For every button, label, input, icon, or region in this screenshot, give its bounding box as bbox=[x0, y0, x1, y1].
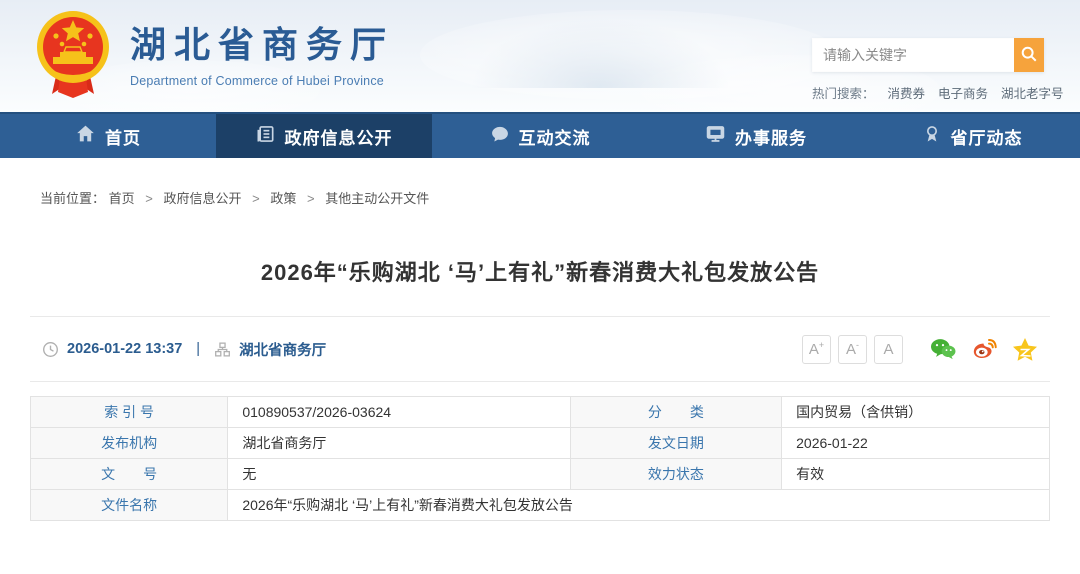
search-area: 热门搜索： 消费券 电子商务 湖北老字号 bbox=[812, 38, 1044, 102]
site-header: 湖北省商务厅 Department of Commerce of Hubei P… bbox=[0, 0, 1080, 112]
clock-icon bbox=[42, 341, 59, 358]
issue-date-label: 发文日期 bbox=[570, 428, 781, 459]
category-label: 分 类 bbox=[570, 397, 781, 428]
font-btn-label: A bbox=[809, 341, 819, 358]
font-btn-label: A bbox=[883, 341, 893, 358]
nav-item-home[interactable]: 首页 bbox=[0, 114, 216, 158]
table-row: 发布机构 湖北省商务厅 发文日期 2026-01-22 bbox=[31, 428, 1050, 459]
table-row: 文件名称 2026年“乐购湖北 ‘马’上有礼”新春消费大礼包发放公告 bbox=[31, 490, 1050, 521]
article-source: 湖北省商务厅 bbox=[239, 339, 326, 360]
award-icon bbox=[922, 124, 951, 149]
publish-time: 2026-01-22 13:37 bbox=[67, 341, 182, 357]
doc-title-value: 2026年“乐购湖北 ‘马’上有礼”新春消费大礼包发放公告 bbox=[228, 490, 1050, 521]
breadcrumb-home[interactable]: 首页 bbox=[109, 191, 135, 206]
info-doc-icon bbox=[256, 124, 285, 149]
index-number-label: 索 引 号 bbox=[31, 397, 228, 428]
page: 湖北省商务厅 Department of Commerce of Hubei P… bbox=[0, 0, 1080, 574]
nav-item-interaction[interactable]: 互动交流 bbox=[432, 114, 648, 158]
issuing-agency-label: 发布机构 bbox=[31, 428, 228, 459]
category-value: 国内贸易（含供销） bbox=[782, 397, 1050, 428]
nav-label: 省厅动态 bbox=[951, 124, 1023, 149]
font-reset-button[interactable]: A bbox=[874, 335, 903, 364]
breadcrumb-separator: > bbox=[252, 191, 260, 206]
article-title: 2026年“乐购湖北 ‘马’上有礼”新春消费大礼包发放公告 bbox=[0, 255, 1080, 287]
font-btn-label: A bbox=[846, 341, 856, 358]
nav-item-news[interactable]: 省厅动态 bbox=[864, 114, 1080, 158]
hot-search-label: 热门搜索： bbox=[812, 83, 875, 102]
nav-item-services[interactable]: 办事服务 bbox=[648, 114, 864, 158]
search-icon bbox=[1020, 45, 1038, 66]
search-input[interactable] bbox=[812, 38, 1014, 72]
doc-number-label: 文 号 bbox=[31, 459, 228, 490]
search-button[interactable] bbox=[1014, 38, 1044, 72]
breadcrumb-gov-info[interactable]: 政府信息公开 bbox=[164, 191, 242, 206]
site-brand[interactable]: 湖北省商务厅 Department of Commerce of Hubei P… bbox=[36, 10, 394, 103]
site-name-english: Department of Commerce of Hubei Province bbox=[130, 74, 394, 88]
font-btn-sup: - bbox=[856, 340, 859, 350]
wechat-share-button[interactable] bbox=[929, 337, 957, 361]
weibo-share-button[interactable] bbox=[971, 337, 998, 361]
qzone-share-button[interactable] bbox=[1012, 337, 1038, 361]
breadcrumb-label: 当前位置： bbox=[40, 191, 105, 206]
issuing-agency-value: 湖北省商务厅 bbox=[228, 428, 570, 459]
breadcrumb-separator: > bbox=[307, 191, 315, 206]
hot-keyword-hubei-brands[interactable]: 湖北老字号 bbox=[1001, 83, 1064, 102]
home-icon bbox=[75, 123, 105, 149]
breadcrumb-other-docs[interactable]: 其他主动公开文件 bbox=[325, 191, 429, 206]
validity-status-value: 有效 bbox=[782, 459, 1050, 490]
breadcrumb-policy[interactable]: 政策 bbox=[270, 191, 296, 206]
nav-label: 首页 bbox=[105, 124, 141, 149]
main-nav: 首页 政府信息公开 互动交流 bbox=[0, 112, 1080, 158]
nav-label: 办事服务 bbox=[735, 124, 807, 149]
document-info-table: 索 引 号 010890537/2026-03624 分 类 国内贸易（含供销）… bbox=[30, 396, 1050, 521]
index-number-value: 010890537/2026-03624 bbox=[228, 397, 570, 428]
organization-icon bbox=[214, 341, 231, 358]
hot-keyword-consumer-coupon[interactable]: 消费券 bbox=[888, 83, 926, 102]
breadcrumb-separator: > bbox=[145, 191, 153, 206]
doc-title-label: 文件名称 bbox=[31, 490, 228, 521]
breadcrumb: 当前位置： 首页 > 政府信息公开 > 政策 > 其他主动公开文件 bbox=[40, 188, 1080, 207]
nav-item-gov-info[interactable]: 政府信息公开 bbox=[216, 114, 432, 158]
font-decrease-button[interactable]: A- bbox=[838, 335, 867, 364]
hot-search-bar: 热门搜索： 消费券 电子商务 湖北老字号 bbox=[812, 83, 1044, 102]
hot-keyword-ecommerce[interactable]: 电子商务 bbox=[938, 83, 988, 102]
nav-label: 互动交流 bbox=[519, 124, 591, 149]
table-row: 索 引 号 010890537/2026-03624 分 类 国内贸易（含供销） bbox=[31, 397, 1050, 428]
monitor-icon bbox=[705, 123, 735, 149]
font-increase-button[interactable]: A+ bbox=[802, 335, 831, 364]
validity-status-label: 效力状态 bbox=[570, 459, 781, 490]
table-row: 文 号 无 效力状态 有效 bbox=[31, 459, 1050, 490]
font-btn-sup: + bbox=[819, 340, 824, 350]
site-name: 湖北省商务厅 bbox=[130, 25, 394, 66]
issue-date-value: 2026-01-22 bbox=[782, 428, 1050, 459]
mountain-watermark bbox=[470, 18, 730, 88]
doc-number-value: 无 bbox=[228, 459, 570, 490]
chat-bubble-icon bbox=[490, 124, 519, 149]
article-meta-bar: 2026-01-22 13:37 | 湖北省商务厅 A+ A- A bbox=[30, 316, 1050, 382]
national-emblem-logo bbox=[36, 10, 110, 103]
nav-label: 政府信息公开 bbox=[285, 124, 393, 149]
meta-divider: | bbox=[196, 341, 200, 357]
